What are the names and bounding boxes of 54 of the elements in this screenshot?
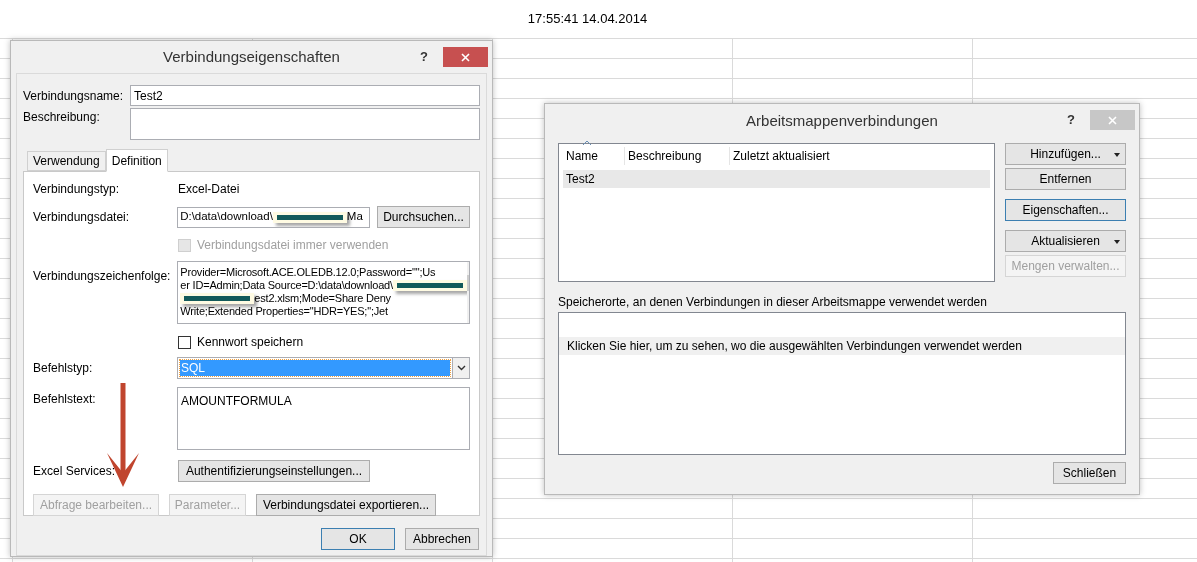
tab[interactable]: Verwendung [27,151,106,171]
field-label: Verbindungszeichenfolge: [33,268,172,285]
close-button[interactable] [1090,110,1135,130]
dialog-button[interactable]: Abbrechen [405,528,479,550]
field-label: Verbindungstyp: [33,181,121,198]
field-text: Ma [346,209,363,225]
help-button[interactable]: ? [420,47,428,67]
dialog-button[interactable]: Eigenschaften... [1005,199,1126,221]
close-icon [461,52,470,62]
timestamp: 17:55:41 14.04.2014 [527,10,648,29]
locations-hint[interactable]: Klicken Sie hier, um zu sehen, wo die ausgewählten Verbindungen verwendet werden [559,337,1125,355]
dialog-title: Verbindungseigenschaften [163,46,340,67]
dialog-button[interactable]: Verbindungsdatei exportieren... [256,494,436,516]
field-label: Excel Services: [33,463,117,480]
split-button[interactable]: Aktualisieren [1005,230,1126,252]
caret-icon [1114,240,1120,244]
help-button[interactable]: ? [1067,110,1075,130]
checkbox[interactable] [178,335,191,349]
field-text: Provider=Microsoft.ACE.OLEDB.12.0;Password="";Us [180,266,436,279]
field-text: er ID=Admin;Data Source=D:\data\download\ [180,279,393,292]
description-field[interactable] [130,108,480,140]
caret-icon [1114,153,1120,157]
name-field[interactable]: Test2 [130,85,480,106]
dropdown-value: SQL [180,360,450,376]
field-text: D:\data\download\ [180,209,273,225]
file-path-field[interactable]: D:\data\download\ Ma [177,206,370,228]
checkbox-label: Kennwort speichern [197,334,304,351]
field-label: Beschreibung: [23,109,101,126]
dialog-title: Arbeitsmappenverbindungen [746,110,938,131]
close-button[interactable] [443,47,488,67]
field-text: Write;Extended Properties="HDR=YES;";Jet [180,305,388,318]
dialog-button[interactable]: OK [321,528,395,550]
dialog-button[interactable]: Schließen [1053,462,1126,484]
column-header[interactable]: Name [563,147,624,165]
connection-string-field[interactable]: Provider=Microsoft.ACE.OLEDB.12.0;Password="";Us er ID=Admin;Data Source=D:\data\download\ est2.xlsm;Mode=Share Deny Write;Extended Properties="HDR=YES;";Jet [177,261,470,324]
field-label: Befehlstyp: [33,360,94,377]
column-header[interactable]: Beschreibung [624,147,729,165]
field-label: Verbindungsdatei: [33,209,131,226]
dialog-button[interactable]: Authentifizierungseinstellungen... [178,460,370,482]
command-text-field[interactable]: AMOUNTFORMULA [177,387,470,450]
checkbox-label: Verbindungsdatei immer verwenden [197,237,389,254]
close-icon [1108,115,1117,125]
chevron-down-icon [456,365,466,371]
tab[interactable]: Definition [105,149,168,172]
section-label: Speicherorte, an denen Verbindungen in dieser Arbeitsmappe verwendet werden [558,294,988,308]
split-button[interactable]: Hinzufügen... [1005,143,1126,165]
dialog-button[interactable]: Entfernen [1005,168,1126,190]
field-label: Befehlstext: [33,391,97,408]
field-text: est2.xlsm;Mode=Share Deny [254,292,391,305]
column-header[interactable]: Zuletzt aktualisiert [729,147,990,165]
field-value: Excel-Datei [178,181,240,198]
list-row[interactable]: Test2 [563,170,990,188]
dialog-button[interactable]: Durchsuchen... [377,206,470,228]
field-label: Verbindungsname: [23,87,125,105]
